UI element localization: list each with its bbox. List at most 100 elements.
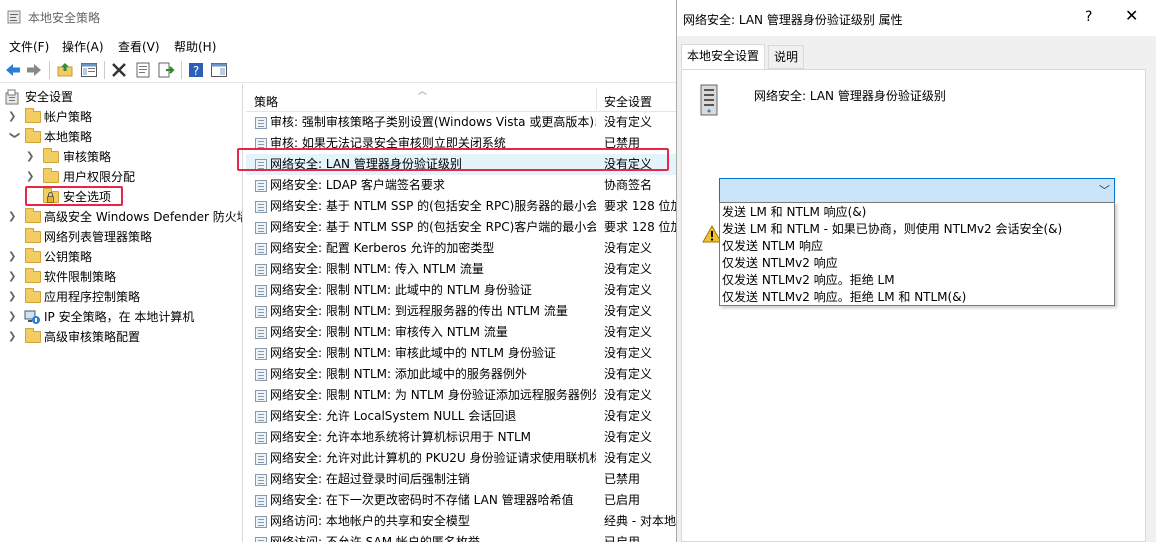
list-row[interactable]: 网络安全: 配置 Kerberos 允许的加密类型 没有定义 bbox=[246, 238, 676, 259]
sort-up-icon: ︿ bbox=[418, 87, 428, 97]
back-arrow-icon[interactable] bbox=[4, 61, 22, 79]
policy-icon bbox=[255, 285, 267, 297]
dropdown-option[interactable]: 发送 LM 和 NTLM - 如果已协商，则使用 NTLMv2 会话安全(&) bbox=[722, 221, 1062, 238]
chevron-right-icon[interactable]: ❯ bbox=[8, 287, 20, 307]
tree-item-defender-firewall[interactable]: ❯ 高级安全 Windows Defender 防火墙 bbox=[8, 207, 242, 227]
dialog-tabs: 本地安全设置 说明 bbox=[677, 36, 1156, 70]
list-row[interactable]: 网络安全: 限制 NTLM: 传入 NTLM 流量 没有定义 bbox=[246, 259, 676, 280]
up-folder-icon[interactable] bbox=[56, 61, 74, 79]
tree-item-account-policy[interactable]: ❯ 帐户策略 bbox=[8, 107, 238, 127]
policy-icon bbox=[255, 243, 267, 255]
security-settings-icon bbox=[5, 89, 19, 105]
forward-arrow-icon[interactable] bbox=[25, 61, 43, 79]
column-header-policy[interactable]: 策略 bbox=[254, 93, 278, 110]
toolbar: ? bbox=[0, 57, 676, 83]
tree-item-user-rights[interactable]: ❯ 用户权限分配 bbox=[26, 167, 236, 187]
chevron-right-icon[interactable]: ❯ bbox=[8, 107, 20, 127]
tree-item-ip-security[interactable]: ❯ IP 安全策略，在 本地计算机 bbox=[8, 307, 238, 327]
folder-icon bbox=[25, 268, 41, 283]
chevron-down-icon[interactable]: ﹀ bbox=[1099, 182, 1110, 198]
menu-bar: 文件(F) 操作(A) 查看(V) 帮助(H) bbox=[0, 34, 676, 56]
dialog-title-bar: 网络安全: LAN 管理器身份验证级别 属性 ? ✕ bbox=[677, 0, 1156, 36]
policy-icon bbox=[255, 453, 267, 465]
highlight-box-policy bbox=[237, 148, 669, 171]
chevron-right-icon[interactable]: ❯ bbox=[8, 307, 20, 327]
folder-icon bbox=[25, 288, 41, 303]
chevron-right-icon[interactable]: ❯ bbox=[8, 207, 20, 227]
list-row[interactable]: 网络安全: 限制 NTLM: 此域中的 NTLM 身份验证 没有定义 bbox=[246, 280, 676, 301]
svg-text:?: ? bbox=[193, 64, 199, 78]
ip-security-icon bbox=[24, 310, 40, 324]
menu-action[interactable]: 操作(A) bbox=[62, 38, 104, 55]
policy-icon bbox=[255, 201, 267, 213]
show-action-pane-icon[interactable] bbox=[210, 61, 228, 79]
dropdown-option[interactable]: 仅发送 NTLMv2 响应。拒绝 LM bbox=[722, 272, 895, 289]
folder-icon bbox=[43, 168, 59, 183]
list-row[interactable]: 网络安全: 限制 NTLM: 审核传入 NTLM 流量 没有定义 bbox=[246, 322, 676, 343]
dropdown-option[interactable]: 仅发送 NTLM 响应 bbox=[722, 238, 823, 255]
chevron-right-icon[interactable]: ❯ bbox=[26, 147, 38, 167]
list-row[interactable]: 网络安全: 基于 NTLM SSP 的(包括安全 RPC)服务器的最小会话安全要… bbox=[246, 196, 676, 217]
policy-icon bbox=[255, 348, 267, 360]
delete-icon[interactable] bbox=[110, 61, 128, 79]
tree-item-network-list[interactable]: 网络列表管理器策略 bbox=[8, 227, 238, 247]
list-row[interactable]: 网络安全: 限制 NTLM: 添加此域中的服务器例外 没有定义 bbox=[246, 364, 676, 385]
policy-icon bbox=[255, 411, 267, 423]
tab-explain[interactable]: 说明 bbox=[768, 45, 805, 69]
main-window: 本地安全策略 文件(F) 操作(A) 查看(V) 帮助(H) ? 安全设置 ❯ … bbox=[0, 0, 676, 542]
policy-icon bbox=[255, 474, 267, 486]
chevron-right-icon[interactable]: ❯ bbox=[8, 247, 20, 267]
dropdown-option[interactable]: 发送 LM 和 NTLM 响应(&) bbox=[722, 204, 866, 221]
policy-icon bbox=[255, 180, 267, 192]
dropdown-list: 发送 LM 和 NTLM 响应(&) 发送 LM 和 NTLM - 如果已协商，… bbox=[719, 202, 1115, 306]
list-row[interactable]: 网络安全: 限制 NTLM: 为 NTLM 身份验证添加远程服务器例外 没有定义 bbox=[246, 385, 676, 406]
menu-file[interactable]: 文件(F) bbox=[9, 38, 49, 55]
folder-icon bbox=[25, 108, 41, 123]
list-row[interactable]: 网络安全: 在超过登录时间后强制注销 已禁用 bbox=[246, 469, 676, 490]
tree-item-advanced-audit[interactable]: ❯ 高级审核策略配置 bbox=[8, 327, 238, 347]
list-row[interactable]: 网络访问: 不允许 SAM 帐户的匿名枚举 已启用 bbox=[246, 532, 676, 542]
policy-icon bbox=[255, 117, 267, 129]
menu-view[interactable]: 查看(V) bbox=[118, 38, 160, 55]
policy-icon bbox=[255, 369, 267, 381]
list-row[interactable]: 审核: 强制审核策略子类别设置(Windows Vista 或更高版本)以替代审… bbox=[246, 112, 676, 133]
help-icon[interactable]: ? bbox=[187, 61, 205, 79]
dropdown-option[interactable]: 仅发送 NTLMv2 响应。拒绝 LM 和 NTLM(&) bbox=[722, 289, 966, 306]
list-row[interactable]: 网络安全: 允许本地系统将计算机标识用于 NTLM 没有定义 bbox=[246, 427, 676, 448]
list-row[interactable]: 网络安全: 允许对此计算机的 PKU2U 身份验证请求使用联机标识 没有定义 bbox=[246, 448, 676, 469]
chevron-down-icon[interactable]: ❯ bbox=[4, 131, 24, 143]
folder-icon bbox=[25, 228, 41, 243]
list-row[interactable]: 网络安全: LDAP 客户端签名要求 协商签名 bbox=[246, 175, 676, 196]
close-button[interactable]: ✕ bbox=[1125, 6, 1138, 25]
tab-local-security-setting[interactable]: 本地安全设置 bbox=[681, 44, 766, 69]
app-icon bbox=[7, 10, 21, 24]
list-row[interactable]: 网络安全: 在下一次更改密码时不存储 LAN 管理器哈希值 已启用 bbox=[246, 490, 676, 511]
policy-icon bbox=[255, 390, 267, 402]
window-title: 本地安全策略 bbox=[28, 11, 101, 25]
column-header-setting[interactable]: 安全设置 bbox=[604, 93, 652, 110]
chevron-right-icon[interactable]: ❯ bbox=[26, 167, 38, 187]
auth-level-select[interactable]: ﹀ bbox=[719, 178, 1115, 203]
tree-item-app-control[interactable]: ❯ 应用程序控制策略 bbox=[8, 287, 238, 307]
policy-icon bbox=[255, 516, 267, 528]
list-row[interactable]: 网络访问: 本地帐户的共享和安全模型经典 - 对本地用户进行身份验证 bbox=[246, 511, 676, 532]
tree-item-software-restriction[interactable]: ❯ 软件限制策略 bbox=[8, 267, 238, 287]
policy-icon bbox=[255, 495, 267, 507]
list-row[interactable]: 网络安全: 基于 NTLM SSP 的(包括安全 RPC)客户端的最小会话安全要… bbox=[246, 217, 676, 238]
list-row[interactable]: 网络安全: 限制 NTLM: 审核此域中的 NTLM 身份验证 没有定义 bbox=[246, 343, 676, 364]
tree-item-public-key[interactable]: ❯ 公钥策略 bbox=[8, 247, 238, 267]
tree-item-local-policy[interactable]: ❯ 本地策略 bbox=[8, 127, 238, 147]
help-button[interactable]: ? bbox=[1085, 9, 1092, 25]
chevron-right-icon[interactable]: ❯ bbox=[8, 327, 20, 347]
list-row[interactable]: 网络安全: 限制 NTLM: 到远程服务器的传出 NTLM 流量 没有定义 bbox=[246, 301, 676, 322]
list-row[interactable]: 网络安全: 允许 LocalSystem NULL 会话回退 没有定义 bbox=[246, 406, 676, 427]
menu-help[interactable]: 帮助(H) bbox=[174, 38, 216, 55]
server-icon bbox=[700, 84, 718, 116]
dialog-title: 网络安全: LAN 管理器身份验证级别 属性 bbox=[683, 13, 903, 27]
properties-icon[interactable] bbox=[134, 61, 152, 79]
tree-item-audit-policy[interactable]: ❯ 审核策略 bbox=[26, 147, 236, 167]
chevron-right-icon[interactable]: ❯ bbox=[8, 267, 20, 287]
show-tree-icon[interactable] bbox=[80, 61, 98, 79]
dropdown-option[interactable]: 仅发送 NTLMv2 响应 bbox=[722, 255, 838, 272]
export-list-icon[interactable] bbox=[157, 61, 175, 79]
